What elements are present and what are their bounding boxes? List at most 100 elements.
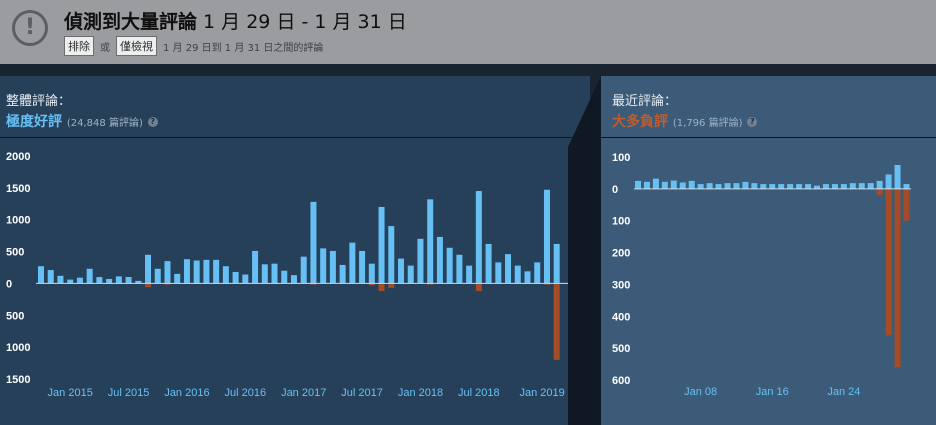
positive-bar[interactable]: [290, 275, 297, 284]
positive-bar[interactable]: [398, 258, 405, 284]
negative-bar[interactable]: [388, 283, 395, 288]
positive-bar[interactable]: [145, 254, 152, 284]
positive-bar[interactable]: [368, 263, 375, 284]
positive-bar[interactable]: [349, 242, 356, 284]
positive-bar[interactable]: [76, 277, 83, 284]
positive-bar[interactable]: [242, 274, 249, 284]
negative-bar[interactable]: [475, 283, 482, 292]
positive-bar[interactable]: [115, 276, 122, 284]
positive-bar[interactable]: [652, 178, 659, 189]
y-tick-label: 2000: [6, 151, 30, 163]
positive-bar[interactable]: [514, 265, 521, 284]
positive-bar[interactable]: [724, 183, 731, 189]
negative-bar[interactable]: [903, 188, 910, 221]
positive-bar[interactable]: [417, 238, 424, 284]
positive-bar[interactable]: [213, 259, 220, 284]
positive-bar[interactable]: [300, 256, 307, 284]
positive-bar[interactable]: [524, 271, 531, 284]
review-bomb-banner: ! 偵測到大量評論 1 月 29 日 - 1 月 31 日 排除 或 僅檢視 1…: [0, 0, 936, 64]
positive-bar[interactable]: [485, 243, 492, 284]
positive-bar[interactable]: [193, 260, 200, 284]
positive-bar[interactable]: [446, 247, 453, 284]
positive-bar[interactable]: [359, 250, 366, 284]
positive-bar[interactable]: [796, 184, 803, 189]
positive-bar[interactable]: [125, 277, 132, 284]
positive-bar[interactable]: [310, 201, 317, 284]
positive-bar[interactable]: [456, 254, 463, 284]
negative-bar[interactable]: [876, 188, 883, 196]
positive-bar[interactable]: [778, 184, 785, 189]
positive-bar[interactable]: [885, 174, 892, 189]
positive-bar[interactable]: [643, 181, 650, 189]
positive-bar[interactable]: [252, 250, 259, 284]
negative-bar[interactable]: [553, 283, 560, 360]
positive-bar[interactable]: [164, 261, 171, 284]
negative-bar[interactable]: [145, 283, 152, 288]
positive-bar[interactable]: [38, 266, 44, 284]
exclude-button[interactable]: 排除: [64, 36, 94, 56]
positive-bar[interactable]: [553, 243, 560, 284]
positive-bar[interactable]: [203, 259, 210, 284]
positive-bar[interactable]: [760, 184, 767, 189]
positive-bar[interactable]: [876, 180, 883, 189]
x-tick-label: Jan 16: [756, 386, 789, 398]
positive-bar[interactable]: [635, 180, 641, 189]
positive-bar[interactable]: [427, 199, 434, 284]
positive-bar[interactable]: [505, 254, 512, 284]
positive-bar[interactable]: [261, 264, 268, 284]
positive-bar[interactable]: [339, 264, 346, 284]
positive-bar[interactable]: [47, 270, 54, 284]
positive-bar[interactable]: [688, 180, 695, 189]
positive-bar[interactable]: [670, 180, 677, 189]
positive-bar[interactable]: [183, 259, 190, 284]
positive-bar[interactable]: [733, 183, 740, 189]
positive-bar[interactable]: [57, 275, 64, 284]
positive-bar[interactable]: [154, 268, 161, 284]
positive-bar[interactable]: [475, 191, 482, 284]
positive-bar[interactable]: [106, 278, 113, 284]
positive-bar[interactable]: [715, 184, 722, 189]
positive-bar[interactable]: [903, 184, 910, 189]
positive-bar[interactable]: [86, 268, 93, 284]
positive-bar[interactable]: [822, 184, 829, 189]
positive-bar[interactable]: [661, 181, 668, 189]
positive-bar[interactable]: [320, 248, 327, 284]
negative-bar[interactable]: [894, 188, 901, 368]
positive-bar[interactable]: [271, 263, 278, 284]
only-view-button[interactable]: 僅檢視: [116, 36, 157, 56]
positive-bar[interactable]: [867, 183, 874, 189]
positive-bar[interactable]: [329, 250, 336, 284]
positive-bar[interactable]: [751, 183, 758, 189]
positive-bar[interactable]: [407, 265, 414, 284]
positive-bar[interactable]: [281, 270, 288, 284]
negative-bar[interactable]: [885, 188, 892, 336]
positive-bar[interactable]: [769, 184, 776, 189]
positive-bar[interactable]: [67, 279, 74, 284]
positive-bar[interactable]: [831, 184, 838, 189]
positive-bar[interactable]: [378, 206, 385, 284]
positive-bar[interactable]: [174, 273, 181, 284]
x-tick-label: Jul 2015: [108, 387, 150, 399]
positive-bar[interactable]: [388, 226, 395, 284]
positive-bar[interactable]: [787, 184, 794, 189]
positive-bar[interactable]: [706, 183, 713, 189]
x-tick-label: Jan 2016: [164, 387, 209, 399]
positive-bar[interactable]: [232, 271, 239, 284]
positive-bar[interactable]: [849, 183, 856, 189]
positive-bar[interactable]: [466, 265, 473, 284]
positive-bar[interactable]: [858, 183, 865, 189]
positive-bar[interactable]: [495, 262, 502, 284]
positive-bar[interactable]: [679, 182, 686, 189]
positive-bar[interactable]: [894, 164, 901, 189]
positive-bar[interactable]: [436, 236, 443, 284]
positive-bar[interactable]: [96, 277, 103, 284]
banner-title-bold: 偵測到大量評論: [64, 11, 198, 33]
positive-bar[interactable]: [697, 184, 704, 189]
negative-bar[interactable]: [378, 283, 385, 292]
positive-bar[interactable]: [543, 189, 550, 284]
positive-bar[interactable]: [534, 262, 541, 284]
positive-bar[interactable]: [222, 266, 229, 284]
positive-bar[interactable]: [742, 181, 749, 189]
positive-bar[interactable]: [840, 184, 847, 189]
positive-bar[interactable]: [805, 184, 812, 189]
